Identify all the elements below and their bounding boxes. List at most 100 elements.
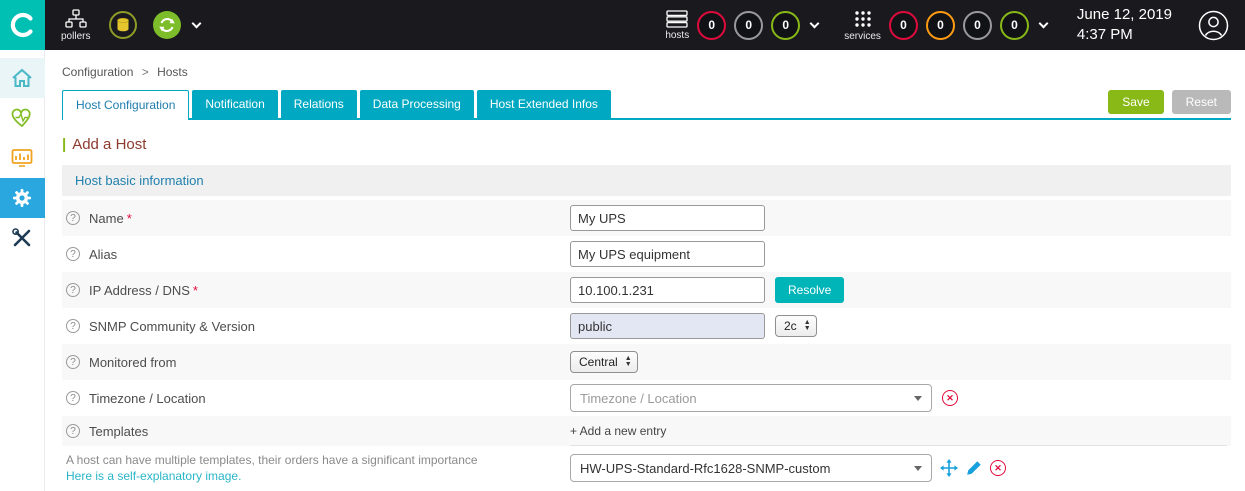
resolve-button[interactable]: Resolve xyxy=(775,277,844,303)
sidebar-item-configuration[interactable] xyxy=(0,178,45,218)
export-config-status-icon[interactable] xyxy=(152,10,182,40)
hosts-menu[interactable]: hosts xyxy=(665,10,689,41)
form-row-monitored-from: ? Monitored from Central ▲ ▼ xyxy=(62,344,1231,380)
chevron-down-icon[interactable] xyxy=(1038,19,1048,29)
monitored-from-label: Monitored from xyxy=(89,355,176,370)
snmp-version-value: 2c xyxy=(784,319,797,333)
hosts-unreachable-counter[interactable]: 0 xyxy=(734,11,763,40)
tab-host-configuration[interactable]: Host Configuration xyxy=(62,90,189,120)
chevron-down-icon[interactable] xyxy=(192,19,202,29)
topbar: pollers hosts 0 0 0 xyxy=(0,0,1245,50)
templates-label: Templates xyxy=(89,424,148,439)
snmp-community-input[interactable] xyxy=(570,313,765,339)
sidebar xyxy=(0,50,45,491)
breadcrumb: Configuration > Hosts xyxy=(62,65,1231,79)
required-asterisk: * xyxy=(127,211,132,226)
centreon-c-icon xyxy=(9,11,37,39)
name-input[interactable] xyxy=(570,205,765,231)
pollers-menu[interactable]: pollers xyxy=(61,9,90,42)
form-row-templates: ? Templates + Add a new entry xyxy=(62,416,1231,446)
help-icon[interactable]: ? xyxy=(66,247,80,261)
refresh-icon xyxy=(152,10,182,40)
hosts-down-counter[interactable]: 0 xyxy=(697,11,726,40)
templates-note: A host can have multiple templates, thei… xyxy=(66,453,478,467)
chart-icon xyxy=(11,148,33,168)
help-icon[interactable]: ? xyxy=(66,319,80,333)
heartbeat-icon xyxy=(11,108,33,128)
current-time: 4:37 PM xyxy=(1077,25,1172,45)
tab-bar: Host Configuration Notification Relation… xyxy=(62,90,1231,120)
timezone-placeholder: Timezone / Location xyxy=(580,391,697,406)
pollers-icon xyxy=(65,9,87,29)
reset-button[interactable]: Reset xyxy=(1172,90,1231,114)
template-selected-value: HW-UPS-Standard-Rfc1628-SNMP-custom xyxy=(580,461,830,476)
ip-label: IP Address / DNS xyxy=(89,283,190,298)
add-template-entry-link[interactable]: + Add a new entry xyxy=(570,424,666,438)
hosts-label: hosts xyxy=(665,30,689,41)
services-critical-counter[interactable]: 0 xyxy=(889,11,918,40)
current-date: June 12, 2019 xyxy=(1077,5,1172,25)
help-icon[interactable]: ? xyxy=(66,211,80,225)
help-icon[interactable]: ? xyxy=(66,283,80,297)
home-icon xyxy=(11,68,33,88)
section-host-basic-information: Host basic information xyxy=(62,165,1231,196)
template-dropdown[interactable]: HW-UPS-Standard-Rfc1628-SNMP-custom xyxy=(570,454,932,482)
main-area: Configuration > Hosts Host Configuration… xyxy=(0,50,1245,491)
name-label: Name xyxy=(89,211,124,226)
templates-note-link[interactable]: Here is a self-explanatory image. xyxy=(66,469,241,483)
select-stepper-icon: ▲ ▼ xyxy=(625,356,632,368)
services-menu[interactable]: services xyxy=(844,9,881,42)
form-row-template-entry: A host can have multiple templates, thei… xyxy=(62,446,1231,491)
form-row-timezone: ? Timezone / Location Timezone / Locatio… xyxy=(62,380,1231,416)
hosts-icon xyxy=(666,10,688,28)
help-icon[interactable]: ? xyxy=(66,355,80,369)
sidebar-item-reporting[interactable] xyxy=(0,138,45,178)
clock: June 12, 2019 4:37 PM xyxy=(1077,5,1172,46)
monitored-from-select[interactable]: Central ▲ ▼ xyxy=(570,351,638,373)
snmp-label: SNMP Community & Version xyxy=(89,319,255,334)
edit-template-icon[interactable] xyxy=(966,460,982,476)
user-menu[interactable] xyxy=(1198,10,1229,41)
sidebar-item-home[interactable] xyxy=(0,58,45,98)
services-warning-counter[interactable]: 0 xyxy=(926,11,955,40)
clear-timezone-icon[interactable]: ✕ xyxy=(942,390,958,406)
snmp-version-select[interactable]: 2c ▲ ▼ xyxy=(775,315,817,337)
arrow-down-icon: ▼ xyxy=(804,326,811,332)
breadcrumb-configuration[interactable]: Configuration xyxy=(62,65,133,79)
monitored-from-value: Central xyxy=(579,355,618,369)
centreon-logo[interactable] xyxy=(0,0,45,50)
database-status-icon[interactable] xyxy=(108,10,138,40)
sidebar-item-monitoring[interactable] xyxy=(0,98,45,138)
timezone-dropdown[interactable]: Timezone / Location xyxy=(570,384,932,412)
arrow-down-icon: ▼ xyxy=(625,362,632,368)
timezone-label: Timezone / Location xyxy=(89,391,206,406)
form-row-alias: ? Alias xyxy=(62,236,1231,272)
save-button[interactable]: Save xyxy=(1108,90,1163,114)
tab-data-processing[interactable]: Data Processing xyxy=(360,90,474,118)
user-icon xyxy=(1198,10,1229,41)
form-row-snmp: ? SNMP Community & Version 2c ▲ ▼ xyxy=(62,308,1231,344)
move-arrows-icon xyxy=(940,459,958,477)
move-template-icon[interactable] xyxy=(940,459,958,477)
tab-relations[interactable]: Relations xyxy=(281,90,357,118)
database-icon xyxy=(108,10,138,40)
alias-input[interactable] xyxy=(570,241,765,267)
page-title-text: Add a Host xyxy=(72,136,146,153)
pencil-icon xyxy=(966,460,982,476)
tab-host-extended-infos[interactable]: Host Extended Infos xyxy=(477,90,611,118)
hosts-up-counter[interactable]: 0 xyxy=(771,11,800,40)
caret-down-icon xyxy=(914,466,922,471)
delete-template-icon[interactable]: ✕ xyxy=(990,460,1006,476)
chevron-down-icon[interactable] xyxy=(810,19,820,29)
help-icon[interactable]: ? xyxy=(66,391,80,405)
tools-icon xyxy=(10,226,34,250)
services-unknown-counter[interactable]: 0 xyxy=(963,11,992,40)
form-row-ip: ? IP Address / DNS * Resolve xyxy=(62,272,1231,308)
services-ok-counter[interactable]: 0 xyxy=(1000,11,1029,40)
tab-notification[interactable]: Notification xyxy=(192,90,277,118)
sidebar-item-administration[interactable] xyxy=(0,218,45,258)
page-title: |Add a Host xyxy=(62,136,1231,153)
breadcrumb-hosts[interactable]: Hosts xyxy=(157,65,188,79)
help-icon[interactable]: ? xyxy=(66,424,80,438)
ip-input[interactable] xyxy=(570,277,765,303)
